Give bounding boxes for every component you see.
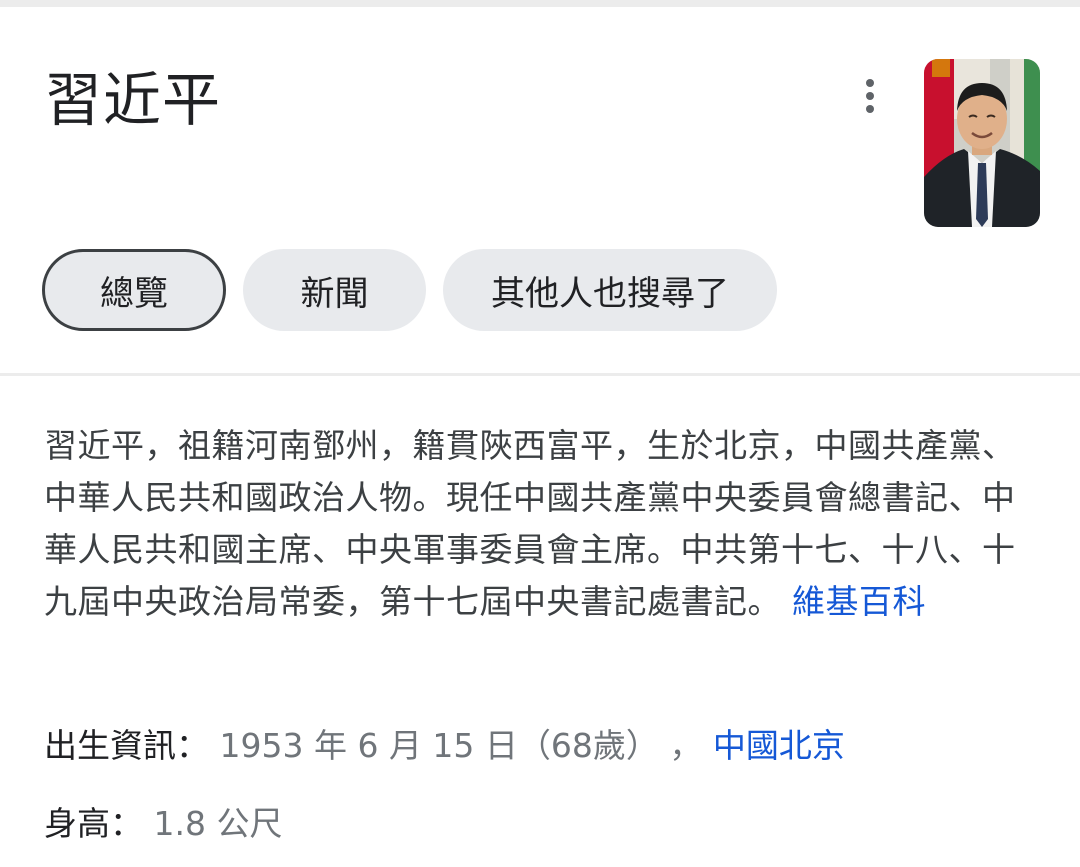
fact-height-label: 身高： xyxy=(44,804,143,843)
fact-height: 身高： 1.8 公尺 xyxy=(44,800,282,848)
fact-birth-separator: ， xyxy=(669,726,703,765)
top-divider xyxy=(0,0,1080,7)
description: 習近平，祖籍河南鄧州，籍貫陜西富平，生於北京，中國共產黨、中華人民共和國政治人物… xyxy=(44,420,1044,628)
avatar[interactable] xyxy=(924,59,1040,227)
section-divider xyxy=(0,373,1080,376)
panel-title: 習近平 xyxy=(44,66,222,134)
fact-birth-label: 出生資訊： xyxy=(44,726,209,765)
portrait-photo xyxy=(924,59,1040,227)
wikipedia-link[interactable]: 維基百科 xyxy=(792,582,926,621)
tab-bar: 總覽 新聞 其他人也搜尋了 xyxy=(42,249,777,331)
fact-height-value: 1.8 公尺 xyxy=(153,804,283,843)
more-vert-icon[interactable] xyxy=(846,72,894,120)
tab-news[interactable]: 新聞 xyxy=(243,249,426,331)
fact-birth-value: 1953 年 6 月 15 日（68歲） xyxy=(219,726,659,765)
knowledge-panel: 習近平 總覽 新聞 其他人也搜尋了 習近平，祖籍河南鄧州，籍貫陜西富平，生於北京… xyxy=(0,0,1080,867)
tab-overview[interactable]: 總覽 xyxy=(42,249,226,331)
birthplace-link[interactable]: 中國北京 xyxy=(713,726,845,765)
fact-birth: 出生資訊： 1953 年 6 月 15 日（68歲） ， 中國北京 xyxy=(44,722,845,770)
tab-people-also-search[interactable]: 其他人也搜尋了 xyxy=(443,249,777,331)
